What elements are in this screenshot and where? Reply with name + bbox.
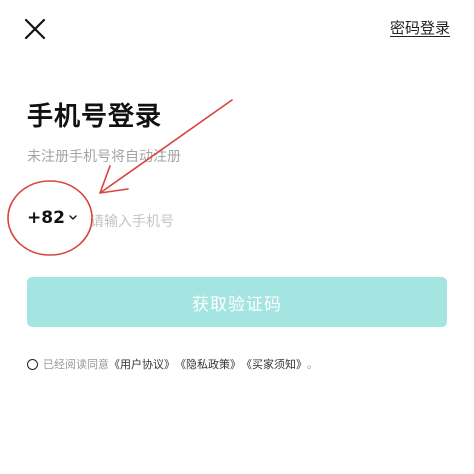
phone-number-input[interactable] [90,208,430,236]
page-subtitle: 未注册手机号将自动注册 [27,149,181,165]
chevron-down-icon [69,214,77,220]
agreement-suffix: 。 [307,358,318,371]
get-verification-code-button[interactable]: 获取验证码 [27,277,447,327]
password-login-link[interactable]: 密码登录 [390,17,450,38]
phone-input-row: +82 [27,200,447,244]
agreement-prefix: 已经阅读同意 [43,358,109,371]
country-code-label: +82 [27,208,65,228]
close-icon[interactable] [22,16,48,42]
page-title: 手机号登录 [27,102,163,132]
user-agreement-link[interactable]: 《用户协议》 [109,356,175,372]
agreement-row: 已经阅读同意 《用户协议》 《隐私政策》 《买家须知》 。 [27,356,318,372]
privacy-policy-link[interactable]: 《隐私政策》 [175,356,241,372]
buyer-notice-link[interactable]: 《买家须知》 [241,356,307,372]
agreement-checkbox[interactable] [27,358,38,370]
country-code-selector[interactable]: +82 [27,208,78,228]
annotation-arrow-head [99,165,129,194]
